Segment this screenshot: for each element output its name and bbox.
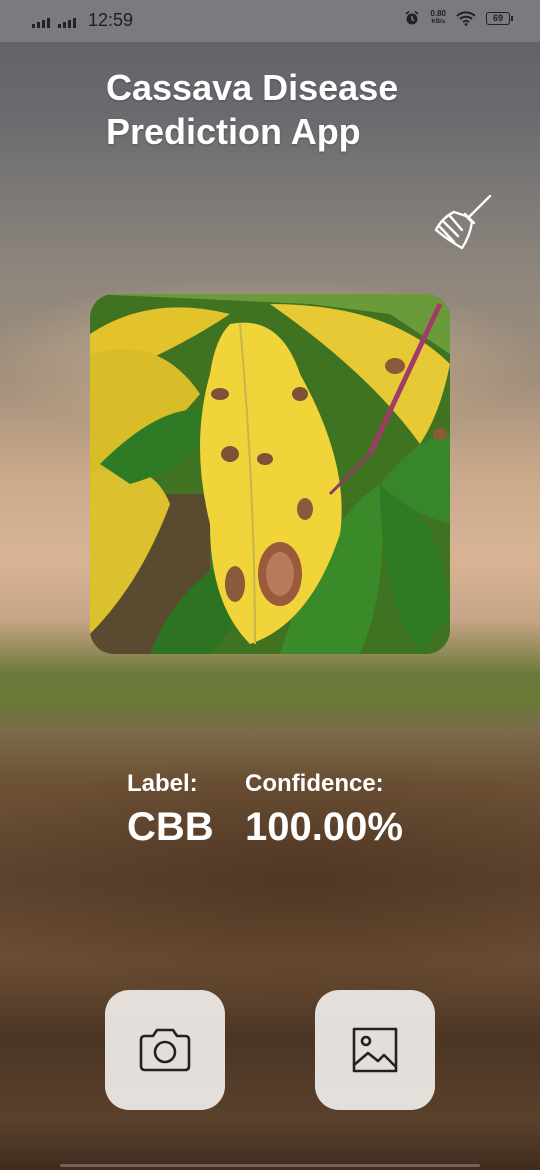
wifi-icon — [456, 11, 476, 26]
leaf-photo — [90, 294, 450, 654]
image-icon — [352, 1027, 398, 1073]
label-value: CBB — [127, 805, 214, 849]
confidence-value: 100.00% — [245, 805, 403, 849]
navigation-handle[interactable] — [60, 1164, 480, 1167]
title-line-1: Cassava Disease — [106, 67, 399, 108]
status-bar: 12:59 0.80 KB/s 69 — [0, 0, 540, 42]
gallery-button[interactable] — [315, 990, 435, 1110]
alarm-icon — [405, 10, 419, 25]
camera-icon — [139, 1028, 191, 1072]
signal-icon — [32, 14, 50, 28]
network-speed: 0.80 KB/s — [430, 9, 446, 26]
title-line-2: Prediction App — [106, 111, 361, 152]
confidence-result: Confidence: 100.00% — [245, 770, 403, 852]
label-result: Label: CBB — [127, 770, 214, 852]
status-time: 12:59 — [88, 10, 134, 30]
label-caption: Label: — [127, 770, 198, 797]
signal-icon — [58, 14, 76, 28]
camera-button[interactable] — [105, 990, 225, 1110]
confidence-caption: Confidence: — [245, 770, 384, 797]
clear-button[interactable] — [432, 192, 496, 252]
battery-icon: 69 — [486, 11, 513, 25]
broom-icon — [434, 194, 492, 250]
page-title: Cassava Disease Prediction App — [106, 66, 466, 154]
